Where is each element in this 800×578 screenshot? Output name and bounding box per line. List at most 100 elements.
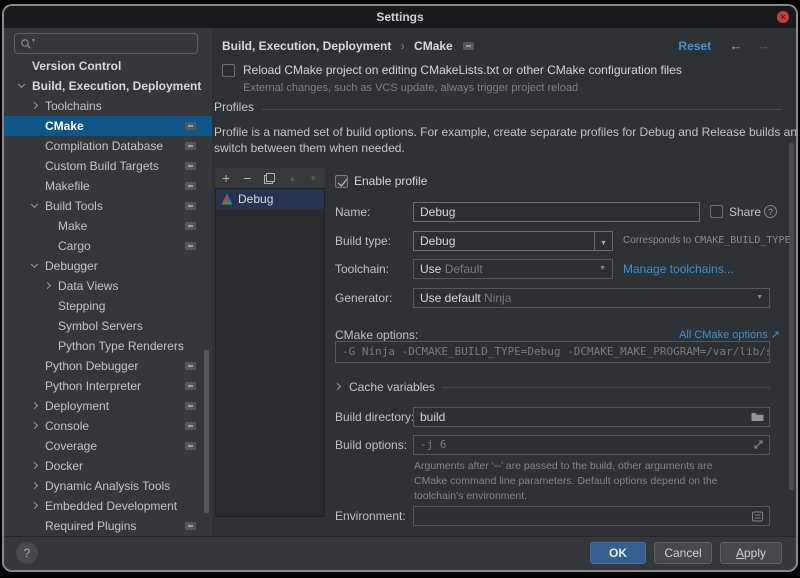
enable-profile-checkbox[interactable]	[335, 175, 348, 188]
reload-cmake-label: Reload CMake project on editing CMakeLis…	[243, 63, 682, 77]
screen-icon	[185, 222, 196, 230]
chevron-right-icon[interactable]	[31, 402, 38, 409]
sidebar-item-embedded-development[interactable]: Embedded Development	[4, 496, 212, 516]
screen-icon	[185, 122, 196, 130]
chevron-right-icon[interactable]	[31, 502, 38, 509]
search-input[interactable]: ▾	[14, 33, 198, 54]
environment-input[interactable]	[413, 506, 770, 526]
chevron-right-icon[interactable]	[31, 482, 38, 489]
profile-list-item-debug[interactable]: Debug	[216, 189, 324, 209]
sidebar-item-docker[interactable]: Docker	[4, 456, 212, 476]
sidebar-item-stepping[interactable]: Stepping	[4, 296, 212, 316]
settings-sidebar: ▾ Version Control Build, Execution, Depl…	[4, 28, 212, 536]
chevron-right-icon[interactable]	[31, 102, 38, 109]
chevron-right-icon[interactable]	[31, 422, 38, 429]
forward-arrow-icon[interactable]: →	[757, 36, 770, 56]
main-scrollbar[interactable]	[789, 143, 794, 490]
sidebar-item-compilation-database[interactable]: Compilation Database	[4, 136, 212, 156]
sidebar-item-python-debugger[interactable]: Python Debugger	[4, 356, 212, 376]
sidebar-item-cargo[interactable]: Cargo	[4, 236, 212, 256]
cmake-settings-panel: Build, Execution, Deployment › CMake Res…	[212, 28, 796, 536]
profiles-section-divider	[262, 109, 782, 110]
sidebar-item-cmake[interactable]: CMake	[4, 116, 212, 136]
sidebar-item-console[interactable]: Console	[4, 416, 212, 436]
sidebar-item-deployment[interactable]: Deployment	[4, 396, 212, 416]
chevron-right-icon[interactable]	[44, 282, 51, 289]
generator-dropdown[interactable]: Use default Ninja ▼	[413, 288, 770, 308]
help-icon[interactable]: ?	[764, 205, 777, 218]
sidebar-item-symbol-servers[interactable]: Symbol Servers	[4, 316, 212, 336]
chevron-down-icon[interactable]	[31, 201, 38, 208]
generator-label: Generator:	[335, 288, 392, 308]
help-button[interactable]: ?	[16, 542, 38, 564]
breadcrumb-separator-icon: ›	[401, 39, 405, 53]
cancel-button[interactable]: Cancel	[654, 542, 712, 564]
sidebar-item-coverage[interactable]: Coverage	[4, 436, 212, 456]
build-type-dropdown[interactable]: Debug ▼	[413, 231, 613, 251]
breadcrumb-section[interactable]: Build, Execution, Deployment	[222, 39, 391, 53]
reload-cmake-checkbox[interactable]	[222, 64, 235, 77]
expand-icon[interactable]	[753, 439, 764, 450]
name-input[interactable]: Debug	[413, 202, 700, 222]
profiles-description: Profile is a named set of build options.…	[214, 124, 796, 156]
folder-icon[interactable]	[751, 411, 764, 422]
manage-toolchains-link[interactable]: Manage toolchains...	[623, 262, 734, 276]
sidebar-item-makefile[interactable]: Makefile	[4, 176, 212, 196]
sidebar-item-python-interpreter[interactable]: Python Interpreter	[4, 376, 212, 396]
build-options-label: Build options:	[335, 435, 407, 455]
screen-icon	[463, 42, 474, 50]
chevron-right-icon[interactable]	[334, 383, 341, 390]
chevron-down-icon[interactable]	[31, 261, 38, 268]
chevron-down-icon[interactable]	[18, 81, 25, 88]
chevron-down-icon: ▼	[756, 289, 763, 307]
search-icon	[20, 38, 32, 50]
build-directory-input[interactable]: build	[413, 407, 770, 427]
environment-variables-icon[interactable]	[751, 510, 764, 523]
sidebar-item-required-plugins[interactable]: Required Plugins	[4, 516, 212, 536]
sidebar-item-make[interactable]: Make	[4, 216, 212, 236]
chevron-down-icon: ▼	[599, 260, 606, 278]
close-icon[interactable]: ×	[777, 11, 789, 23]
screen-icon	[185, 242, 196, 250]
cache-variables-toggle[interactable]: Cache variables	[335, 377, 435, 397]
copy-profile-button[interactable]	[264, 173, 275, 184]
all-cmake-options-link[interactable]: All CMake options ↗	[679, 329, 780, 341]
toolchain-dropdown[interactable]: Use Default ▼	[413, 259, 613, 279]
cmake-options-input[interactable]: -G Ninja -DCMAKE_BUILD_TYPE=Debug -DCMAK…	[335, 341, 770, 363]
name-label: Name:	[335, 202, 370, 222]
sidebar-item-build-tools[interactable]: Build Tools	[4, 196, 212, 216]
sidebar-item-python-type-renderers[interactable]: Python Type Renderers	[4, 336, 212, 356]
profile-list-panel: + − ▲ ▼ Debug	[215, 168, 325, 517]
sidebar-item-data-views[interactable]: Data Views	[4, 276, 212, 296]
sidebar-item-build-execution-deployment[interactable]: Build, Execution, Deployment	[4, 76, 212, 96]
search-history-caret-icon[interactable]: ▾	[32, 37, 35, 44]
share-label: Share	[729, 202, 761, 222]
chevron-down-icon[interactable]: ▼	[594, 232, 612, 250]
toolchain-label: Toolchain:	[335, 259, 389, 279]
sidebar-item-debugger[interactable]: Debugger	[4, 256, 212, 276]
add-profile-button[interactable]: +	[222, 169, 230, 187]
reload-cmake-hint: External changes, such as VCS update, al…	[243, 82, 578, 94]
sidebar-item-dynamic-analysis-tools[interactable]: Dynamic Analysis Tools	[4, 476, 212, 496]
breadcrumb: Build, Execution, Deployment › CMake	[222, 36, 474, 56]
sidebar-item-toolchains[interactable]: Toolchains	[4, 96, 212, 116]
remove-profile-button[interactable]: −	[243, 169, 251, 187]
screen-icon	[185, 442, 196, 450]
title-bar: Settings ×	[4, 6, 796, 28]
ok-button[interactable]: OK	[590, 542, 646, 564]
apply-button[interactable]: Apply	[720, 542, 782, 564]
build-options-input[interactable]: -j 6	[413, 435, 770, 455]
profile-list-toolbar: + − ▲ ▼	[215, 168, 325, 188]
sidebar-scrollbar[interactable]	[204, 350, 209, 513]
screen-icon	[185, 202, 196, 210]
move-up-button[interactable]: ▲	[288, 174, 296, 183]
reset-link[interactable]: Reset	[678, 36, 711, 56]
move-down-button[interactable]: ▼	[309, 174, 317, 183]
sidebar-item-custom-build-targets[interactable]: Custom Build Targets	[4, 156, 212, 176]
sidebar-item-version-control[interactable]: Version Control	[4, 56, 212, 76]
screen-icon	[185, 182, 196, 190]
environment-label: Environment:	[335, 506, 406, 526]
chevron-right-icon[interactable]	[31, 462, 38, 469]
back-arrow-icon[interactable]: ←	[730, 36, 743, 56]
share-checkbox[interactable]	[710, 205, 723, 218]
